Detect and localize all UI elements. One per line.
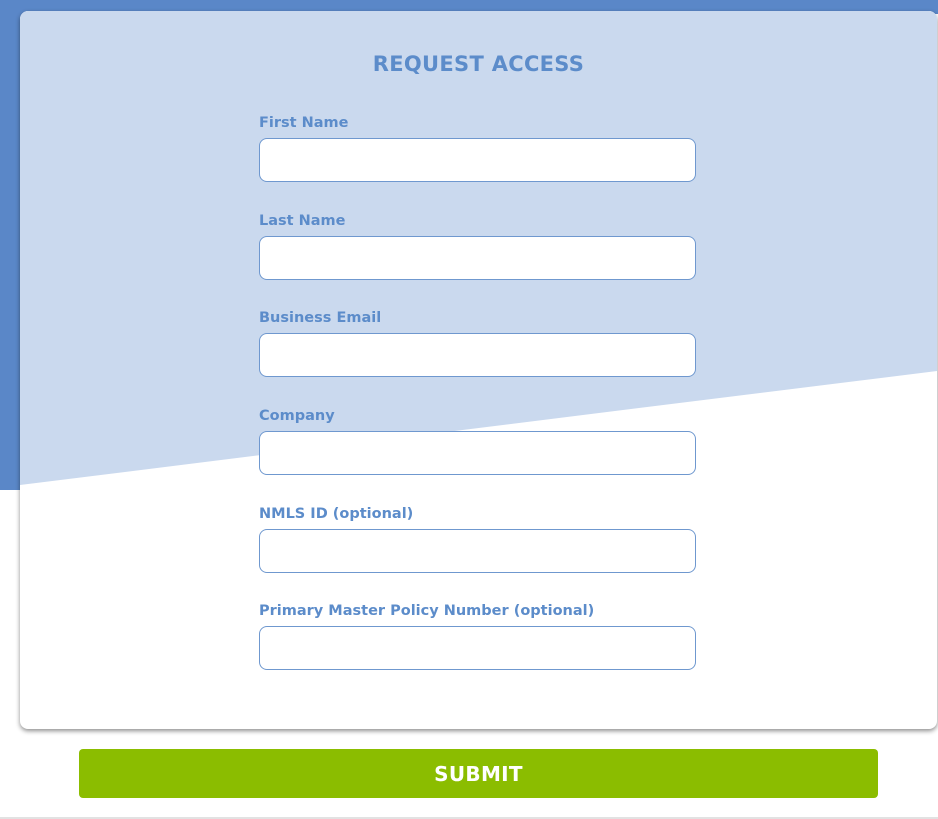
master-policy-number-label: Primary Master Policy Number (optional) [259, 603, 595, 619]
request-access-card: REQUEST ACCESS First Name Last Name Busi… [20, 11, 937, 729]
nmls-id-field[interactable] [259, 529, 696, 573]
last-name-label: Last Name [259, 213, 346, 229]
form-title: REQUEST ACCESS [372, 52, 585, 76]
first-name-field[interactable] [259, 138, 696, 182]
master-policy-number-field[interactable] [259, 626, 696, 670]
first-name-label: First Name [259, 115, 349, 131]
business-email-field[interactable] [259, 333, 696, 377]
last-name-field[interactable] [259, 236, 696, 280]
submit-button[interactable]: SUBMIT [79, 749, 878, 798]
nmls-id-label: NMLS ID (optional) [259, 506, 414, 522]
business-email-label: Business Email [259, 310, 382, 326]
company-field[interactable] [259, 431, 696, 475]
company-label: Company [259, 408, 335, 424]
